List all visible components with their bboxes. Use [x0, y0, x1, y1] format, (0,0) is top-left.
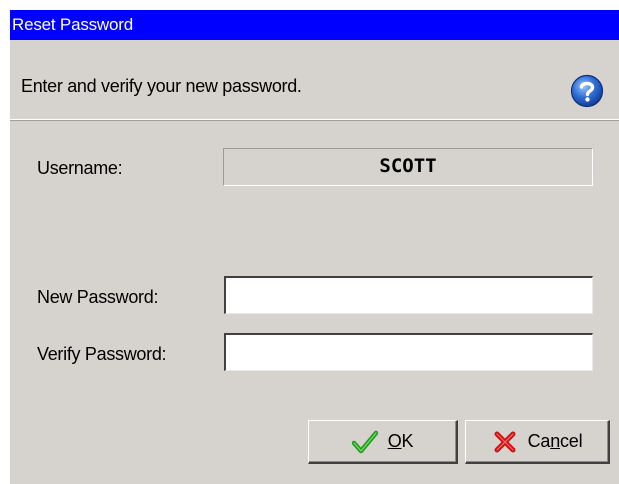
red-x-icon: [494, 431, 516, 452]
help-icon[interactable]: [570, 74, 604, 108]
dialog-titlebar[interactable]: Reset Password: [10, 10, 619, 40]
new-password-input[interactable]: [224, 276, 593, 314]
verify-password-label: Verify Password:: [37, 344, 167, 364]
new-password-label: New Password:: [37, 287, 159, 307]
cancel-button[interactable]: Cancel: [465, 420, 610, 464]
checkmark-icon: [351, 430, 378, 453]
dialog-title: Reset Password: [12, 15, 133, 34]
header-panel: Enter and verify your new password.: [10, 40, 619, 121]
instruction-text: Enter and verify your new password.: [21, 76, 302, 96]
ok-button-label: OK: [387, 431, 414, 451]
username-label: Username:: [37, 158, 123, 178]
username-display: SCOTT: [223, 148, 593, 186]
ok-button[interactable]: OK: [308, 420, 458, 464]
reset-password-dialog: Reset Password Enter and verify your new…: [10, 10, 619, 484]
cancel-button-label: Cancel: [527, 431, 583, 451]
verify-password-input[interactable]: [224, 333, 593, 371]
